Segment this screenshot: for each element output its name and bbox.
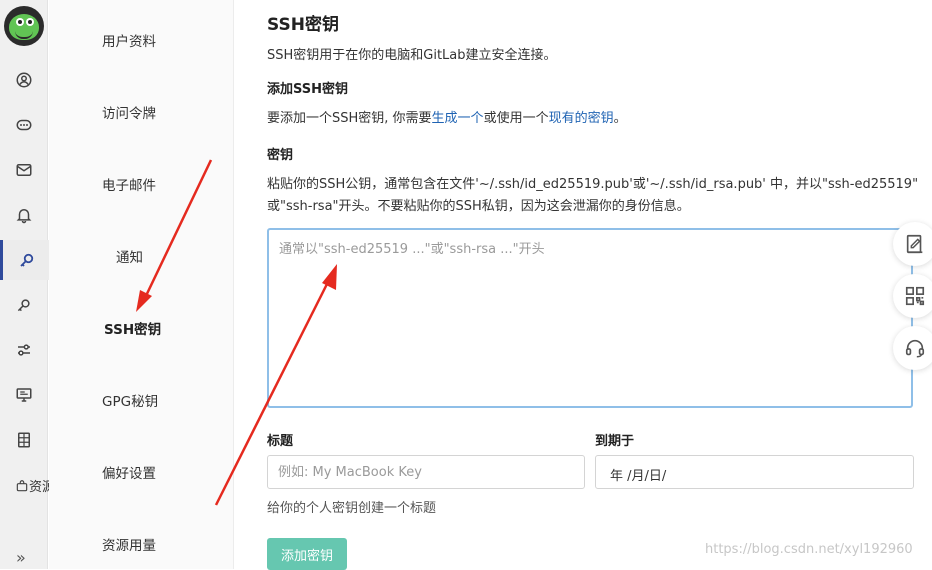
rail-user-profile[interactable] — [0, 60, 48, 100]
rail-usage[interactable] — [0, 420, 48, 460]
add-ssh-key-instructions: 要添加一个SSH密钥, 你需要生成一个或使用一个现有的密钥。 — [267, 107, 627, 126]
subnav-item-notifications[interactable]: 通知 — [49, 246, 234, 270]
key-help-line1: 粘贴你的SSH公钥，通常包含在文件'~/.ssh/id_ed25519.pub'… — [267, 177, 919, 192]
rail-email[interactable] — [0, 150, 48, 190]
instructions-text-after: 。 — [613, 111, 627, 126]
sliders-icon — [18, 344, 30, 356]
user-circle-icon — [16, 72, 32, 88]
subnav-item-label: SSH密钥 — [104, 322, 162, 338]
page-description: SSH密钥用于在你的电脑和GitLab建立安全连接。 — [267, 48, 557, 63]
logo-eye-right — [26, 18, 34, 26]
expiry-date-input[interactable]: 年 /月/日/ — [595, 455, 914, 489]
rail-applications[interactable] — [0, 375, 48, 415]
subnav-item-label: 通知 — [116, 250, 143, 266]
rail-gpg-keys[interactable] — [0, 285, 48, 325]
subnav-item-label: GPG秘钥 — [102, 394, 159, 410]
add-key-button[interactable]: 添加密钥 — [267, 538, 347, 570]
subnav-item-ssh-keys[interactable]: SSH密钥 — [49, 318, 234, 342]
watermark: https://blog.csdn.net/xyl192960 — [705, 542, 913, 557]
floating-support-button[interactable] — [893, 326, 932, 370]
qr-code-icon — [905, 286, 925, 306]
generate-key-link[interactable]: 生成一个 — [432, 111, 484, 126]
logo-eye-left — [16, 18, 24, 26]
floating-qr-button[interactable] — [893, 274, 932, 318]
key-help-line2: 或"ssh-rsa"开头。不要粘贴你的SSH私钥，因为这会泄漏你的身份信息。 — [267, 199, 690, 214]
subnav-item-preferences[interactable]: 偏好设置 — [49, 462, 234, 486]
title-help-text: 给你的个人密钥创建一个标题 — [267, 501, 437, 516]
title-input[interactable] — [267, 455, 585, 489]
subnav-item-gpg-keys[interactable]: GPG秘钥 — [49, 390, 234, 414]
bag-icon — [16, 480, 28, 492]
instructions-text-middle: 或使用一个 — [483, 111, 549, 126]
mail-icon — [16, 164, 32, 176]
subnav-item-emails[interactable]: 电子邮件 — [49, 174, 234, 198]
add-ssh-key-heading: 添加SSH密钥 — [267, 82, 349, 97]
headset-icon — [905, 339, 925, 358]
existing-key-link[interactable]: 现有的密钥 — [549, 111, 614, 126]
subnav-item-label: 电子邮件 — [102, 178, 156, 194]
subnav-item-label: 资源用量 — [102, 538, 156, 554]
icon-rail: 资源 » — [0, 0, 55, 569]
subnav-item-access-tokens[interactable]: 访问令牌 — [49, 102, 234, 126]
expiry-label: 到期于 — [595, 434, 635, 449]
rail-ssh-keys[interactable] — [0, 240, 51, 280]
key-small-icon — [17, 299, 30, 312]
settings-nav: 用户资料 访问令牌 电子邮件 通知 SSH密钥 GPG秘钥 偏好设置 资源用量 — [49, 0, 234, 569]
page-title: SSH密钥 — [267, 15, 339, 35]
table-icon — [18, 432, 30, 448]
expiry-date-value: 年 /月/日/ — [610, 469, 667, 484]
collapse-sidebar-icon[interactable]: » — [16, 548, 26, 567]
rail-notifications[interactable] — [0, 195, 48, 235]
rail-preferences[interactable] — [0, 330, 48, 370]
ssh-key-textarea[interactable] — [267, 228, 913, 408]
subnav-item-label: 偏好设置 — [102, 466, 156, 482]
chat-icon — [16, 119, 32, 131]
rail-tokens[interactable] — [0, 105, 48, 145]
instructions-text-before: 要添加一个SSH密钥, 你需要 — [267, 111, 432, 126]
subnav-item-label: 用户资料 — [102, 34, 156, 50]
key-icon — [20, 253, 34, 267]
subnav-item-profile[interactable]: 用户资料 — [49, 30, 234, 54]
gitee-logo[interactable] — [4, 6, 44, 46]
monitor-icon — [16, 388, 32, 402]
floating-edit-button[interactable] — [893, 222, 932, 266]
bell-icon — [16, 209, 32, 224]
edit-icon — [906, 234, 923, 254]
subnav-item-label: 访问令牌 — [102, 106, 156, 122]
subnav-item-usage[interactable]: 资源用量 — [49, 534, 234, 558]
title-label: 标题 — [267, 434, 294, 449]
key-label: 密钥 — [267, 148, 294, 163]
